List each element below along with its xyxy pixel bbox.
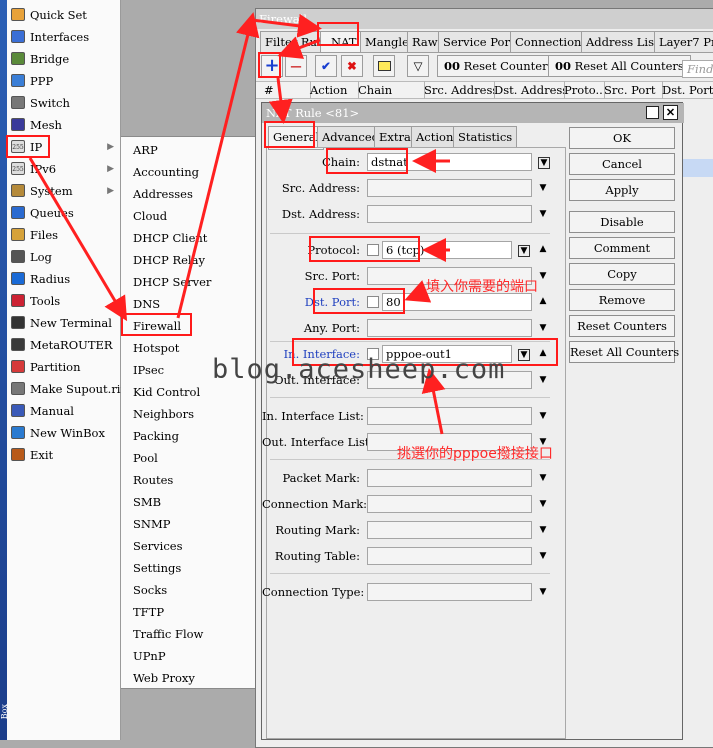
arrow-to-nat-tab (251, 13, 322, 38)
arrow-to-general-tab (268, 77, 293, 124)
arrow-firewall-to-window (176, 12, 260, 319)
arrow-to-dst-port (404, 280, 432, 303)
watermark: blog.acesheep.com (212, 354, 506, 385)
arrow-to-add-button (277, 36, 321, 59)
arrow-ip-to-firewall (28, 157, 128, 322)
interface-hint-annotation: 挑選你的pppoe撥接接口 (397, 446, 553, 462)
port-hint-annotation: 填入你需要的端口 (426, 279, 538, 295)
